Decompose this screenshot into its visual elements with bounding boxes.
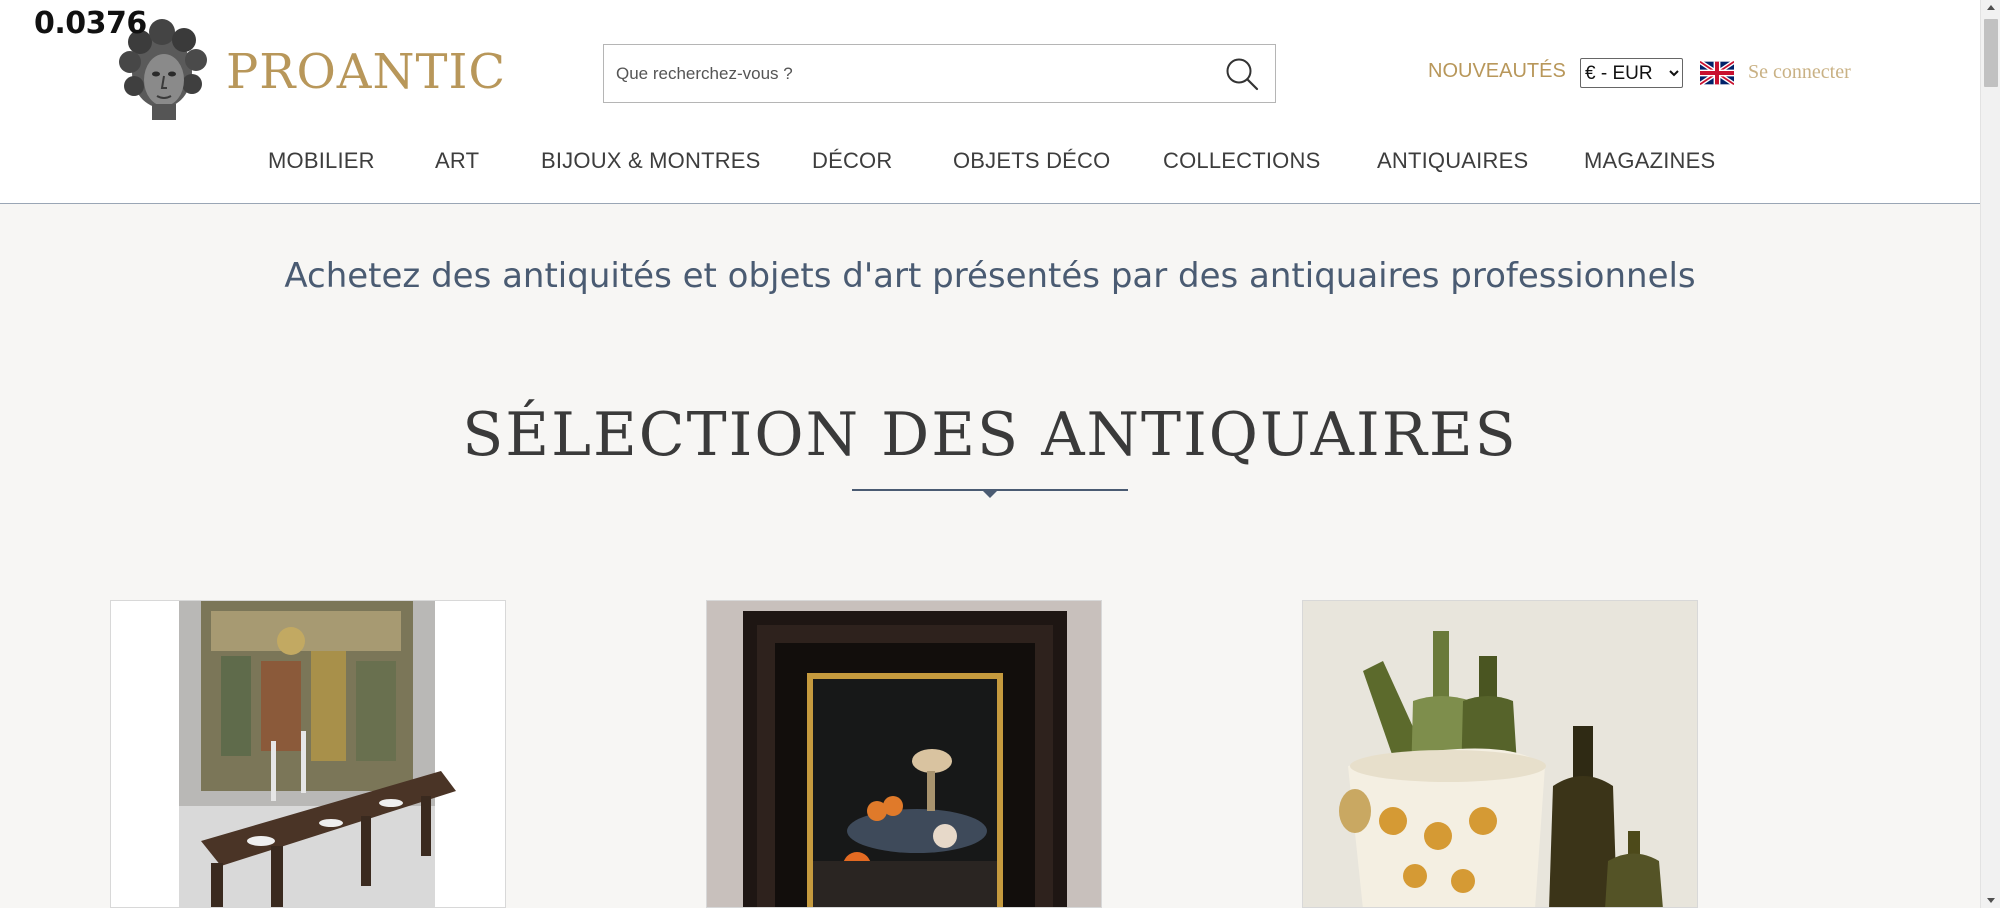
nouveautes-link[interactable]: NOUVEAUTÉS: [1428, 60, 1566, 83]
product-image-table: [111, 601, 505, 907]
nav-item-objets-deco[interactable]: OBJETS DÉCO: [953, 148, 1110, 174]
product-image-bottles: [1303, 601, 1697, 907]
search-input[interactable]: [616, 45, 1196, 102]
vertical-scrollbar[interactable]: [1980, 0, 2000, 908]
scroll-down-arrow-icon[interactable]: [1981, 892, 2000, 908]
main-nav: MOBILIER ART BIJOUX & MONTRES DÉCOR OBJE…: [0, 148, 1980, 180]
scrollbar-thumb[interactable]: [1984, 19, 1998, 87]
login-link[interactable]: Se connecter: [1748, 61, 1851, 84]
brand-name[interactable]: PROANTIC: [226, 44, 506, 100]
product-card-table-tapestry[interactable]: [110, 600, 506, 908]
page-tagline: Achetez des antiquités et objets d'art p…: [284, 256, 1696, 296]
overlay-score: 0.0376: [34, 6, 147, 41]
product-card-still-life-painting[interactable]: [706, 600, 1102, 908]
nav-item-decor[interactable]: DÉCOR: [812, 148, 892, 174]
nav-item-magazines[interactable]: MAGAZINES: [1584, 148, 1715, 174]
nav-item-mobilier[interactable]: MOBILIER: [268, 148, 375, 174]
search-icon[interactable]: [1223, 55, 1261, 93]
product-card-bottles-planter[interactable]: [1302, 600, 1698, 908]
nav-item-art[interactable]: ART: [435, 148, 479, 174]
search-box: [603, 44, 1276, 103]
title-underline-divider: [852, 489, 1128, 498]
currency-select[interactable]: € - EUR: [1580, 58, 1683, 88]
nav-item-collections[interactable]: COLLECTIONS: [1163, 148, 1320, 174]
section-title: SÉLECTION DES ANTIQUAIRES: [462, 400, 1518, 470]
nav-item-bijoux-montres[interactable]: BIJOUX & MONTRES: [541, 148, 761, 174]
product-image-painting: [707, 601, 1101, 907]
site-header: PROANTIC NOUVEAUTÉS € - EUR Se connecter…: [0, 0, 1980, 204]
nav-item-antiquaires[interactable]: ANTIQUAIRES: [1377, 148, 1528, 174]
scroll-up-arrow-icon[interactable]: [1981, 0, 2000, 16]
uk-flag-icon[interactable]: [1700, 61, 1734, 85]
